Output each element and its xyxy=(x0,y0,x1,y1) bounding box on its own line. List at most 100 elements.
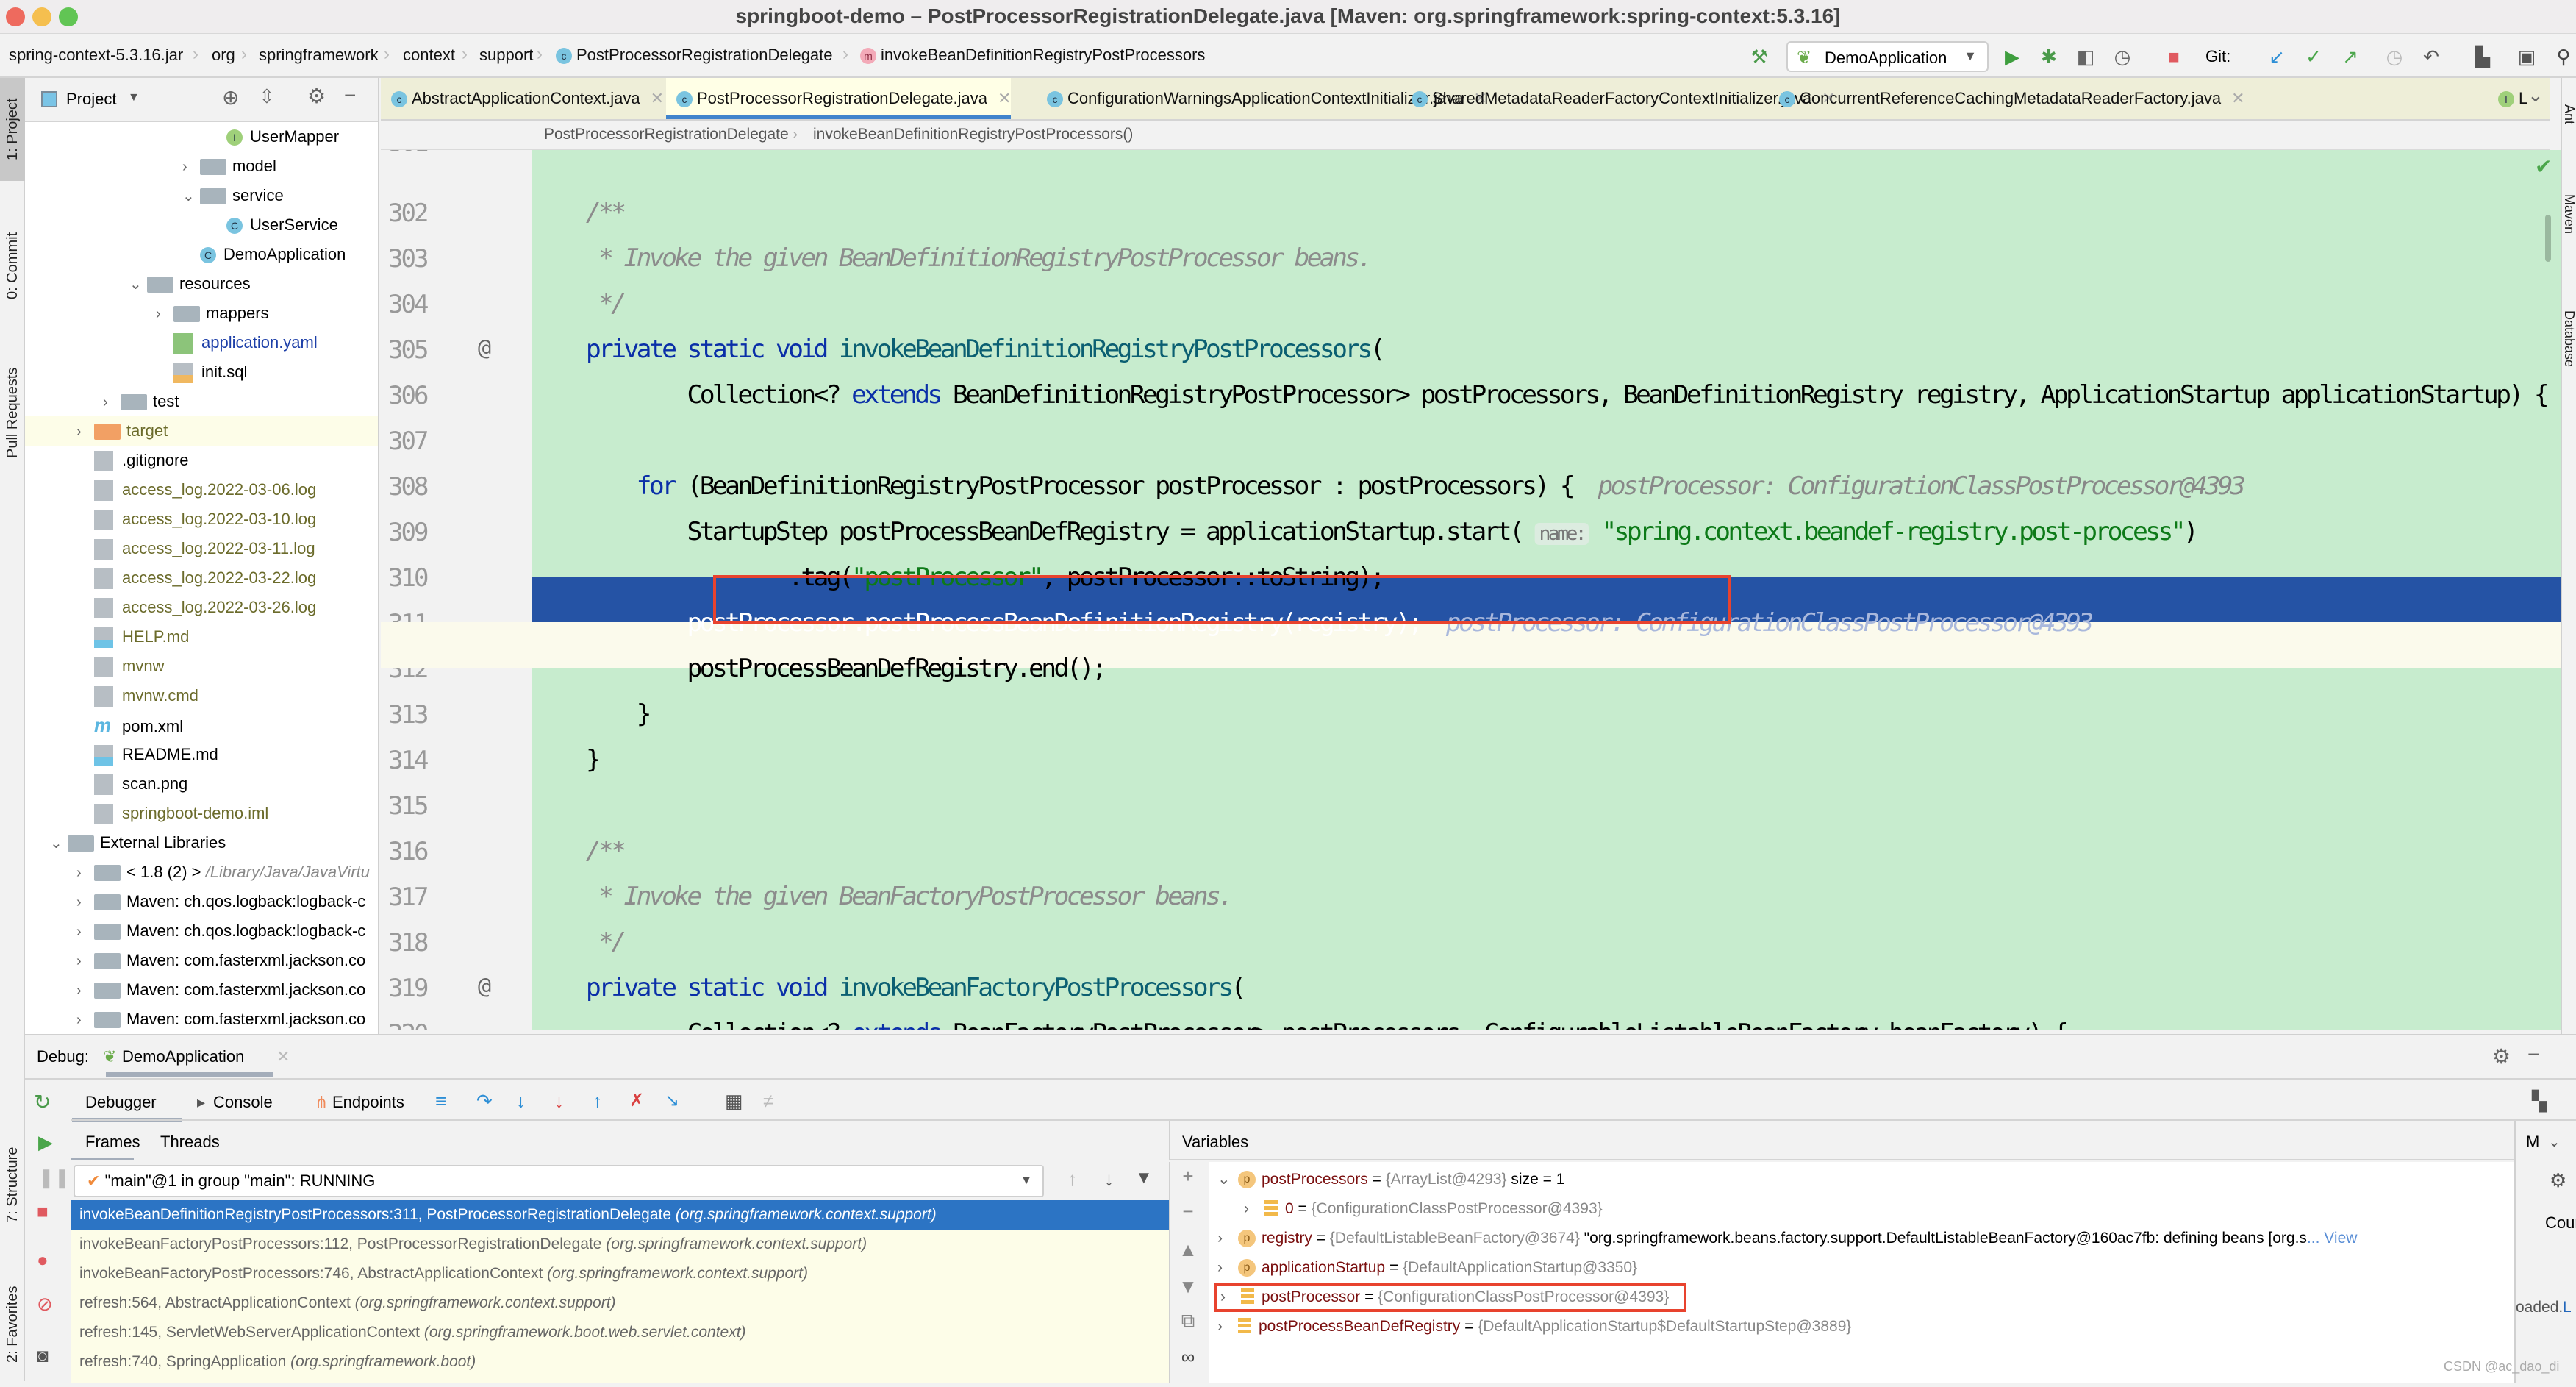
add-watch-icon[interactable]: + xyxy=(1173,1165,1203,1188)
expand-arrow-icon[interactable]: › xyxy=(1217,1312,1238,1341)
expand-arrow-icon[interactable]: ⌄ xyxy=(50,829,68,858)
tree-item[interactable]: › mappers xyxy=(25,299,378,328)
stack-frame[interactable]: refresh:564, AbstractApplicationContext … xyxy=(71,1288,1169,1318)
stack-frame[interactable]: invokeBeanFactoryPostProcessors:746, Abs… xyxy=(71,1259,1169,1288)
stack-frame[interactable]: invokeBeanDefinitionRegistryPostProcesso… xyxy=(71,1200,1169,1230)
variable-row[interactable]: › postProcessBeanDefRegistry = {DefaultAp… xyxy=(1217,1312,1851,1341)
expand-arrow-icon[interactable]: › xyxy=(182,152,200,182)
editor-breadcrumb-class[interactable]: PostProcessorRegistrationDelegate xyxy=(544,121,789,149)
expand-arrow-icon[interactable]: › xyxy=(156,299,173,329)
expand-arrow-icon[interactable]: ⌄ xyxy=(1217,1165,1238,1194)
tree-item[interactable]: C UserService xyxy=(25,210,378,240)
drop-frame-icon[interactable]: ✗ xyxy=(629,1090,644,1111)
profiler-icon[interactable]: ◷ xyxy=(2110,44,2135,69)
tree-item[interactable]: access_log.2022-03-26.log xyxy=(25,593,378,622)
load-classes-link[interactable]: L xyxy=(2563,1299,2572,1316)
breadcrumb-jar[interactable]: spring-context-5.3.16.jar xyxy=(9,46,183,65)
copy-icon[interactable]: ⧉ xyxy=(1173,1309,1203,1333)
git-rollback-icon[interactable]: ↶ xyxy=(2419,44,2444,69)
tree-item[interactable]: springboot-demo.iml xyxy=(25,799,378,828)
tree-item[interactable]: › target xyxy=(25,416,378,446)
variable-row[interactable]: › p applicationStartup = {DefaultApplicati… xyxy=(1217,1253,1637,1283)
tree-item[interactable]: .gitignore xyxy=(25,446,378,475)
breadcrumb-support[interactable]: support xyxy=(479,46,533,65)
editor-scrollbar[interactable] xyxy=(2545,215,2551,262)
close-session-icon[interactable]: ✕ xyxy=(276,1047,290,1066)
git-push-icon[interactable]: ↗ xyxy=(2338,44,2363,69)
expand-arrow-icon[interactable]: › xyxy=(76,417,94,446)
build-hammer-icon[interactable]: ⚒ xyxy=(1747,44,1772,69)
tree-item[interactable]: › Maven: ch.qos.logback:logback-c xyxy=(25,887,378,916)
git-history-icon[interactable]: ◷ xyxy=(2382,44,2407,69)
tab-endpoints[interactable]: Endpoints xyxy=(332,1093,404,1112)
glasses-icon[interactable]: ∞ xyxy=(1173,1346,1203,1369)
breadcrumb-springframework[interactable]: springframework xyxy=(259,46,379,65)
trace-stream-icon[interactable]: ≠ xyxy=(763,1090,773,1113)
tool-tab-commit[interactable]: 0: Commit xyxy=(0,210,25,321)
tree-item[interactable]: › Maven: com.fasterxml.jackson.co xyxy=(25,946,378,975)
expand-arrow-icon[interactable]: › xyxy=(1217,1224,1238,1253)
run-anything-icon[interactable]: ▣ xyxy=(2514,44,2539,69)
hide-panel-icon[interactable]: − xyxy=(2527,1043,2539,1066)
tool-tab-ant[interactable]: Ant xyxy=(2557,93,2576,137)
run-configuration-select[interactable]: ❦ DemoApplication ▼ xyxy=(1786,41,1989,72)
tree-item[interactable]: C DemoApplication xyxy=(25,240,378,269)
tool-tab-database[interactable]: Database xyxy=(2557,299,2576,379)
stack-frame[interactable]: refresh:740, SpringApplication (org.spri… xyxy=(71,1347,1169,1377)
tool-tab-favorites[interactable]: 2: Favorites xyxy=(0,1262,25,1387)
tree-item[interactable]: scan.png xyxy=(25,769,378,799)
move-down-icon[interactable]: ▼ xyxy=(1173,1275,1203,1298)
git-update-icon[interactable]: ↙ xyxy=(2264,44,2289,69)
variable-row[interactable]: › postProcessor = {ConfigurationClassPost… xyxy=(1214,1283,1687,1312)
override-marker-icon[interactable]: @ xyxy=(478,974,491,999)
subtab-frames[interactable]: Frames xyxy=(85,1133,140,1152)
tool-tab-structure[interactable]: 7: Structure xyxy=(0,1122,25,1247)
breadcrumb-method[interactable]: m invokeBeanDefinitionRegistryPostProcess… xyxy=(860,46,1205,65)
step-out-icon[interactable]: ↑ xyxy=(593,1090,602,1113)
view-link[interactable]: ... View xyxy=(2307,1230,2357,1247)
close-tab-icon[interactable]: ✕ xyxy=(2231,89,2244,107)
run-to-cursor-icon[interactable]: ↘ xyxy=(665,1090,679,1111)
expand-arrow-icon[interactable]: › xyxy=(1220,1286,1241,1309)
tree-item[interactable]: access_log.2022-03-10.log xyxy=(25,504,378,534)
memory-tab[interactable]: M xyxy=(2526,1133,2539,1152)
camera-icon[interactable]: ◙ xyxy=(37,1344,49,1367)
gear-icon[interactable]: ⚙ xyxy=(2550,1169,2566,1192)
expand-arrow-icon[interactable]: › xyxy=(103,388,121,417)
variable-row[interactable]: ⌄ p postProcessors = {ArrayList@4293} size… xyxy=(1217,1165,1564,1194)
tree-item[interactable]: HELP.md xyxy=(25,622,378,652)
mute-breakpoints-icon[interactable]: ⊘ xyxy=(37,1293,53,1316)
tree-item[interactable]: ⌄ External Libraries xyxy=(25,828,378,857)
tree-item[interactable]: › Maven: com.fasterxml.jackson.co xyxy=(25,1005,378,1034)
breadcrumb-context[interactable]: context xyxy=(403,46,455,65)
tab-list-chevron-icon[interactable]: ⌄ xyxy=(2527,84,2544,107)
tab-debugger[interactable]: Debugger xyxy=(85,1093,157,1112)
tree-item[interactable]: m pom.xml xyxy=(25,710,378,740)
run-with-coverage-icon[interactable]: ◧ xyxy=(2073,44,2098,69)
editor-tab[interactable]: c AbstractApplicationContext.java ✕ xyxy=(381,78,664,119)
expand-arrow-icon[interactable]: › xyxy=(76,1005,94,1035)
evaluate-expression-icon[interactable]: ▦ xyxy=(725,1090,743,1113)
tree-item[interactable]: init.sql xyxy=(25,357,378,387)
editor-breadcrumb-method[interactable]: invokeBeanDefinitionRegistryPostProcesso… xyxy=(813,121,1133,149)
expand-arrow-icon[interactable]: › xyxy=(76,976,94,1005)
tree-item[interactable]: ⌄ resources xyxy=(25,269,378,299)
expand-arrow-icon[interactable]: › xyxy=(76,858,94,888)
stack-frame[interactable]: refresh:145, ServletWebServerApplication… xyxy=(71,1318,1169,1347)
remove-watch-icon[interactable]: − xyxy=(1173,1200,1203,1223)
breadcrumb-class[interactable]: c PostProcessorRegistrationDelegate xyxy=(556,46,833,65)
force-step-into-icon[interactable]: ↓ xyxy=(554,1090,564,1113)
hide-panel-icon[interactable]: − xyxy=(344,84,356,107)
show-execution-point-icon[interactable]: ≡ xyxy=(435,1090,446,1113)
move-up-icon[interactable]: ▲ xyxy=(1173,1238,1203,1261)
filter-icon[interactable]: ▼ xyxy=(1135,1168,1153,1188)
expand-arrow-icon[interactable]: › xyxy=(76,888,94,917)
tree-item[interactable]: ⌄ service xyxy=(25,181,378,210)
resume-icon[interactable]: ▶ xyxy=(38,1131,53,1154)
project-structure-icon[interactable]: ▙ xyxy=(2470,44,2495,69)
debug-bug-icon[interactable]: ✱ xyxy=(2036,44,2061,69)
view-breakpoints-icon[interactable]: ● xyxy=(37,1249,49,1272)
tree-item[interactable]: README.md xyxy=(25,740,378,769)
tree-item[interactable]: › test xyxy=(25,387,378,416)
tree-item[interactable]: mvnw xyxy=(25,652,378,681)
